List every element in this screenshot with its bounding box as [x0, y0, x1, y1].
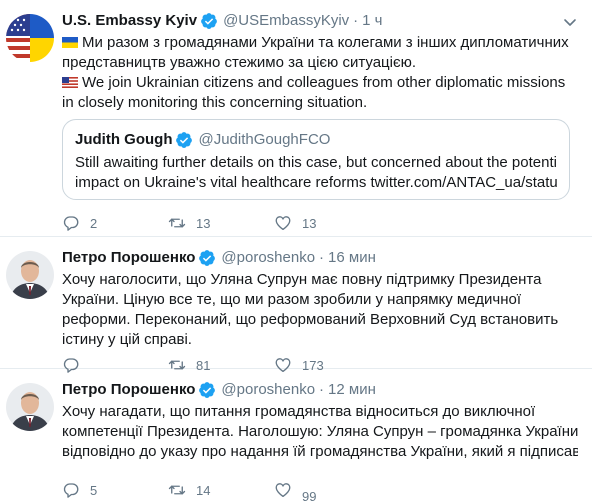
tweet-text: Хочу нагадати, що питання громадянства в… — [62, 402, 578, 462]
quoted-text-line: impact on Ukraine's vital healthcare ref… — [75, 174, 557, 191]
tweet-text-line: компетенції Президента. Наголошую: Уляна… — [62, 423, 578, 440]
like-button[interactable]: 99 — [274, 481, 380, 504]
tweet-embassy[interactable]: U.S. Embassy Kyiv @USEmbassyKyiv · 1 ч М… — [0, 0, 592, 237]
retweet-icon — [168, 214, 186, 232]
avatar-poroshenko[interactable] — [6, 251, 54, 299]
author-handle[interactable]: @poroshenko — [221, 380, 315, 400]
tweet-text-line: представництв уважно стежимо за цією сит… — [62, 54, 417, 71]
separator-dot: · — [319, 381, 325, 398]
separator-dot: · — [353, 12, 359, 29]
tweet-poroshenko-1[interactable]: Петро Порошенко @poroshenko · 16 мин Хоч… — [0, 237, 592, 369]
retweet-button[interactable]: 13 — [168, 214, 274, 232]
timestamp[interactable]: 16 мин — [328, 248, 376, 268]
verified-badge-icon — [175, 131, 193, 149]
tweet-text-line: Хочу наголосити, що Уляна Супрун має пов… — [62, 271, 542, 288]
tweet-text-line: in closely monitoring this concerning si… — [62, 94, 368, 111]
flag-ukraine-icon — [62, 37, 78, 48]
like-count: 13 — [302, 215, 317, 231]
tweet-text-line: реформи. Переконаний, що реформований Ве… — [62, 311, 559, 328]
tweet-text-line: істину у цій справі. — [62, 331, 192, 348]
tweet-text-line: Хочу нагадати, що питання громадянства в… — [62, 403, 536, 420]
quoted-author-handle: @JudithGoughFCO — [198, 131, 331, 148]
tweet-header: Петро Порошенко @poroshenko · 12 мин — [62, 379, 578, 401]
like-count: 99 — [302, 488, 317, 504]
quoted-tweet[interactable]: Judith Gough @JudithGoughFCO Still await… — [62, 119, 570, 200]
like-icon — [274, 214, 292, 232]
reply-button[interactable]: 5 — [62, 481, 168, 499]
avatar-portrait-image — [6, 383, 54, 431]
verified-badge-icon — [198, 249, 216, 267]
flag-usa-icon — [62, 77, 78, 88]
tweet-text-line: України. Ціную все те, що ми разом зроби… — [62, 291, 521, 308]
author-name[interactable]: U.S. Embassy Kyiv — [62, 11, 197, 31]
quoted-tweet-text: Still awaiting further details on this c… — [75, 153, 557, 193]
retweet-button[interactable]: 14 — [168, 481, 274, 499]
retweet-icon — [168, 481, 186, 499]
tweet-actions: 2 13 13 — [62, 212, 380, 234]
reply-count: 2 — [90, 215, 98, 231]
reply-icon — [62, 481, 80, 499]
tweet-text: Ми разом з громадянами України та колега… — [62, 33, 578, 113]
retweet-count: 14 — [196, 482, 211, 498]
avatar-flags-image — [6, 14, 54, 62]
reply-icon — [62, 214, 80, 232]
tweet-text: Хочу наголосити, що Уляна Супрун має пов… — [62, 270, 578, 350]
tweet-header: Петро Порошенко @poroshenko · 16 мин — [62, 247, 578, 269]
avatar-poroshenko[interactable] — [6, 383, 54, 431]
timestamp[interactable]: 1 ч — [362, 11, 382, 31]
tweet-header: U.S. Embassy Kyiv @USEmbassyKyiv · 1 ч — [62, 10, 578, 32]
tweet-text-line: We join Ukrainian citizens and colleague… — [62, 73, 578, 93]
author-handle[interactable]: @poroshenko — [221, 248, 315, 268]
tweet-poroshenko-2[interactable]: Петро Порошенко @poroshenko · 12 мин Хоч… — [0, 369, 592, 504]
quoted-text-line: Still awaiting further details on this c… — [75, 154, 557, 171]
author-handle[interactable]: @USEmbassyKyiv — [223, 11, 349, 31]
reply-count: 5 — [90, 482, 98, 498]
like-icon — [274, 481, 292, 499]
quoted-author-name: Judith Gough — [75, 131, 173, 148]
reply-button[interactable]: 2 — [62, 214, 168, 232]
tweet-text-line: Ми разом з громадянами України та колега… — [62, 33, 578, 53]
author-name[interactable]: Петро Порошенко — [62, 380, 195, 400]
verified-badge-icon — [200, 12, 218, 30]
retweet-count: 13 — [196, 215, 211, 231]
quoted-tweet-header: Judith Gough @JudithGoughFCO — [75, 130, 557, 150]
chevron-down-icon[interactable] — [562, 14, 578, 30]
author-name[interactable]: Петро Порошенко — [62, 248, 195, 268]
avatar-embassy[interactable] — [6, 14, 54, 62]
timestamp[interactable]: 12 мин — [328, 380, 376, 400]
tweet-text-line: відповідно до указу про надання їй грома… — [62, 443, 578, 460]
tweet-actions: 5 14 99 — [62, 479, 380, 504]
like-button[interactable]: 13 — [274, 214, 380, 232]
separator-dot: · — [319, 249, 325, 266]
verified-badge-icon — [198, 381, 216, 399]
avatar-portrait-image — [6, 251, 54, 299]
